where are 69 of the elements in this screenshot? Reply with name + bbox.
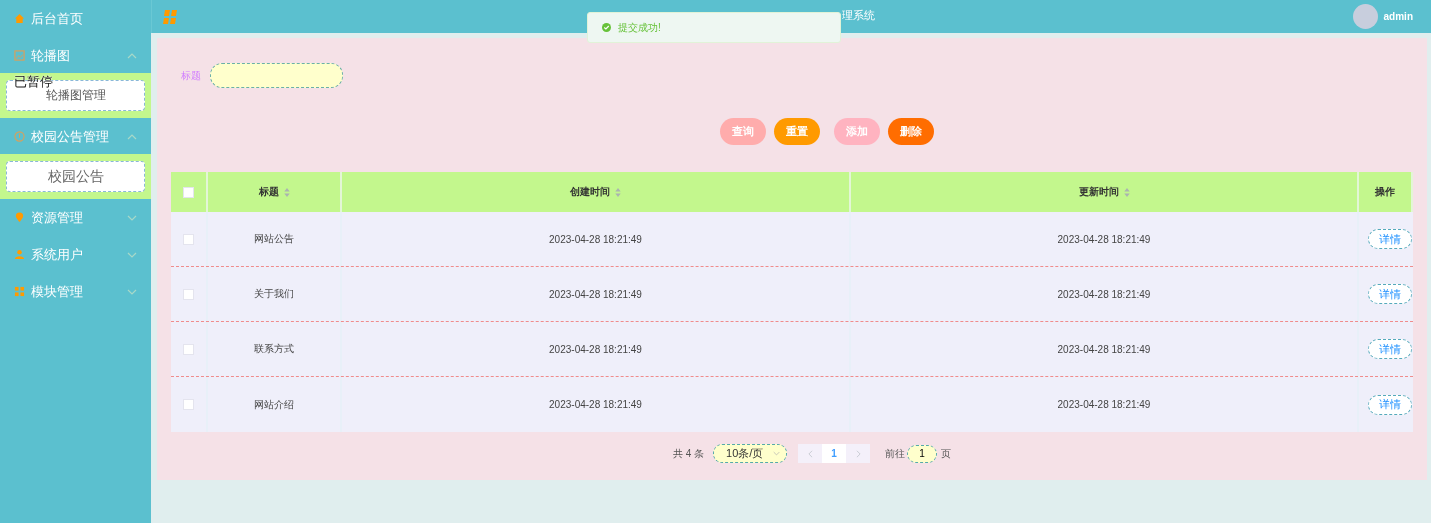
sort-icon[interactable] [1123, 187, 1130, 197]
goto-label: 前往 [885, 446, 906, 461]
checkbox[interactable] [183, 233, 194, 245]
detail-button[interactable]: 详情 [1368, 229, 1412, 249]
table-cell: 网站介绍 [254, 397, 294, 412]
action-button[interactable]: 重置 [774, 118, 820, 145]
home-icon [14, 13, 25, 24]
checkbox[interactable] [183, 343, 194, 355]
next-page-button[interactable] [846, 444, 871, 463]
chevron-icon [127, 214, 137, 221]
column-header: 更新时间 [1078, 185, 1119, 199]
menu-item[interactable]: 资源管理 [0, 199, 151, 236]
table-cell: 2023-04-28 18:21:49 [1057, 288, 1151, 300]
menu-item[interactable]: 轮播图 [0, 37, 151, 74]
detail-button[interactable]: 详情 [1368, 394, 1412, 415]
user-name: admin [1383, 11, 1413, 22]
chevron-left-icon [807, 449, 813, 458]
page-size-select[interactable]: 10条/页 [713, 444, 788, 463]
table-cell: 2023-04-28 18:21:49 [549, 288, 642, 300]
chevron-right-icon [855, 449, 861, 458]
menu-item[interactable]: 系统用户 [0, 236, 151, 273]
table-cell: 2023-04-28 18:21:49 [549, 399, 642, 410]
goto-page-input[interactable]: 1 [907, 444, 938, 463]
submenu-item[interactable]: 校园公告 [6, 161, 145, 192]
checkbox[interactable] [183, 288, 194, 300]
title-input[interactable] [210, 63, 343, 88]
check-icon [602, 23, 611, 32]
table-cell: 关于我们 [254, 287, 294, 301]
chevron-icon [127, 52, 137, 59]
detail-button[interactable]: 详情 [1368, 284, 1412, 304]
image-icon [14, 50, 25, 61]
field-label: 标题 [181, 68, 201, 83]
table-cell: 网站公告 [254, 232, 294, 246]
table-cell: 2023-04-28 18:21:49 [1057, 233, 1151, 245]
chevron-icon [127, 288, 137, 295]
table-cell: 2023-04-28 18:21:49 [549, 343, 642, 355]
table-cell: 2023-04-28 18:21:49 [1057, 399, 1151, 410]
pin-icon [14, 212, 25, 223]
total-count: 共 4 条 [672, 446, 705, 461]
menu-item[interactable]: 后台首页 [0, 0, 151, 37]
table-cell: 2023-04-28 18:21:49 [1057, 343, 1151, 355]
action-button[interactable]: 查询 [720, 118, 766, 145]
action-button[interactable]: 添加 [834, 118, 880, 145]
menu-item[interactable]: 校园公告管理 [0, 118, 151, 155]
page-suffix: 页 [941, 446, 952, 461]
table-cell: 2023-04-28 18:21:49 [549, 233, 642, 245]
menu-item[interactable]: 模块管理 [0, 273, 151, 310]
chevron-icon [127, 133, 137, 140]
prev-page-button[interactable] [798, 444, 823, 463]
checkbox[interactable] [183, 186, 194, 198]
table-cell: 联系方式 [254, 342, 294, 356]
column-header: 操作 [1375, 185, 1395, 199]
user-icon [14, 249, 25, 260]
column-header: 标题 [258, 185, 279, 199]
system-title: 理系统 [842, 8, 875, 23]
detail-button[interactable]: 详情 [1368, 339, 1412, 359]
toast-message: 提交成功! [618, 20, 661, 35]
sort-icon[interactable] [615, 187, 621, 197]
grid-icon [14, 286, 25, 297]
column-header: 创建时间 [570, 185, 610, 199]
avatar-icon [1352, 4, 1378, 29]
logo-icon [162, 8, 180, 25]
page-number[interactable]: 1 [822, 444, 847, 463]
chevron-icon [773, 451, 781, 456]
sort-icon[interactable] [283, 187, 290, 197]
checkbox[interactable] [183, 399, 194, 410]
action-button[interactable]: 删除 [888, 118, 934, 145]
info-icon [14, 131, 25, 142]
chevron-icon [127, 251, 137, 258]
